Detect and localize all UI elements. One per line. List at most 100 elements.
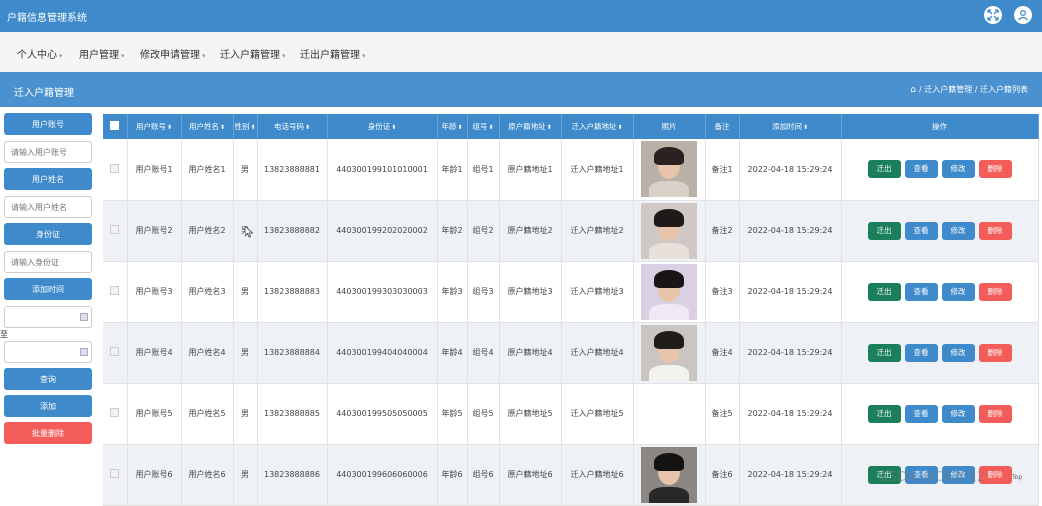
cell-idcard: 440300199404040004: [327, 322, 438, 384]
col-header-orig-addr[interactable]: 原户籍地址⬍: [499, 114, 562, 139]
col-header-actions: 操作: [841, 114, 1039, 139]
col-header-new-addr[interactable]: 迁入户籍地址⬍: [561, 114, 634, 139]
sort-icon[interactable]: ⬍: [250, 124, 255, 131]
col-header-idcard[interactable]: 身份证⬍: [327, 114, 438, 139]
view-button[interactable]: 查看: [904, 221, 938, 240]
row-checkbox[interactable]: [110, 469, 120, 478]
table-row: 用户账号5 用户姓名5 男 13823888885 440300199505050005…: [103, 383, 1039, 445]
move-out-button[interactable]: 迁出: [867, 282, 901, 301]
table-row: 用户账号3 用户姓名3 男 13823888883 440300199303030003…: [103, 261, 1039, 323]
cell-photo: [633, 261, 706, 323]
nav-item-move-out[interactable]: 迁出户籍管理 ▾: [300, 46, 366, 61]
move-out-button[interactable]: 迁出: [867, 343, 901, 362]
cell-name: 用户姓名6: [181, 444, 234, 506]
edit-button[interactable]: 修改: [941, 160, 975, 179]
sort-icon[interactable]: ⬍: [617, 124, 622, 131]
row-select-cell[interactable]: [103, 444, 128, 506]
fullscreen-icon[interactable]: [984, 6, 1002, 24]
view-button[interactable]: 查看: [904, 282, 938, 301]
edit-button[interactable]: 修改: [941, 221, 975, 240]
start-date-input[interactable]: [4, 306, 92, 328]
cell-group: 组号3: [467, 261, 500, 323]
col-header-group[interactable]: 组号⬍: [467, 114, 500, 139]
sort-icon[interactable]: ⬍: [305, 124, 310, 131]
row-select-cell[interactable]: [103, 322, 128, 384]
account-input[interactable]: [4, 141, 92, 163]
move-out-button[interactable]: 迁出: [867, 160, 901, 179]
delete-button[interactable]: 删除: [978, 282, 1012, 301]
chevron-down-icon: ▾: [202, 52, 206, 60]
edit-button[interactable]: 修改: [941, 282, 975, 301]
edit-button[interactable]: 修改: [941, 404, 975, 423]
query-button[interactable]: 查询: [4, 368, 92, 390]
move-out-button[interactable]: 迁出: [867, 221, 901, 240]
main-nav: 个人中心 ▾ 用户管理 ▾ 修改申请管理 ▾ 迁入户籍管理 ▾ 迁出户籍管理 ▾: [0, 32, 1042, 72]
cell-gender: 男: [233, 322, 258, 384]
move-out-button[interactable]: 迁出: [867, 404, 901, 423]
cell-orig-addr: 原户籍地址5: [499, 383, 562, 445]
nav-item-move-in[interactable]: 迁入户籍管理 ▾: [220, 46, 286, 61]
row-select-cell[interactable]: [103, 261, 128, 323]
cell-photo: [633, 322, 706, 384]
end-date-input[interactable]: [4, 341, 92, 363]
row-checkbox[interactable]: [110, 163, 120, 173]
cell-photo: [633, 444, 706, 506]
sort-icon[interactable]: ⬍: [803, 124, 808, 131]
cell-actions: 迁出 查看 修改 删除: [841, 139, 1039, 201]
delete-button[interactable]: 删除: [978, 221, 1012, 240]
sort-icon[interactable]: ⬍: [167, 124, 172, 131]
col-header-gender[interactable]: 性别⬍: [233, 114, 258, 139]
col-header-age[interactable]: 年龄⬍: [437, 114, 468, 139]
row-checkbox[interactable]: [110, 225, 120, 234]
delete-button[interactable]: 删除: [978, 160, 1012, 179]
sort-icon[interactable]: ⬍: [457, 124, 462, 131]
row-checkbox[interactable]: [110, 286, 120, 295]
nav-item-users[interactable]: 用户管理 ▾: [79, 46, 125, 61]
batch-delete-button[interactable]: 批量删除: [4, 422, 92, 444]
col-header-account[interactable]: 用户账号⬍: [127, 114, 182, 139]
person-photo: [641, 202, 697, 259]
row-select-cell[interactable]: [103, 200, 128, 262]
table-row: 用户账号1 用户姓名1 男 13823888881 440300199101010001…: [103, 139, 1039, 201]
edit-button[interactable]: 修改: [941, 343, 975, 362]
view-button[interactable]: 查看: [904, 404, 938, 423]
col-header-time[interactable]: 添加时间⬍: [739, 114, 842, 139]
name-label: 用户姓名: [4, 168, 92, 190]
home-icon[interactable]: ⌂: [910, 85, 916, 95]
cell-new-addr: 迁入户籍地址4: [561, 322, 634, 384]
nav-item-change-requests[interactable]: 修改申请管理 ▾: [140, 46, 206, 61]
row-checkbox[interactable]: [110, 408, 120, 417]
watermark: CSDN @CK3012: [880, 470, 985, 485]
row-select-cell[interactable]: [103, 139, 128, 201]
cell-group: 组号5: [467, 383, 500, 445]
view-button[interactable]: 查看: [904, 343, 938, 362]
select-all-cell[interactable]: [103, 114, 128, 139]
cell-age: 年龄3: [437, 261, 468, 323]
name-input[interactable]: [4, 196, 92, 218]
col-header-photo: 照片: [633, 114, 706, 139]
back-to-top-button[interactable]: Top: [1012, 474, 1022, 481]
col-header-name[interactable]: 用户姓名⬍: [181, 114, 234, 139]
cell-gender: 男: [233, 383, 258, 445]
sort-icon[interactable]: ⬍: [488, 124, 493, 131]
col-header-phone[interactable]: 电话号码⬍: [257, 114, 328, 139]
sort-icon[interactable]: ⬍: [220, 124, 225, 131]
view-button[interactable]: 查看: [904, 160, 938, 179]
row-checkbox[interactable]: [110, 347, 120, 356]
select-all-checkbox[interactable]: [110, 121, 120, 130]
col-header-note: 备注: [705, 114, 740, 139]
nav-item-personal[interactable]: 个人中心 ▾: [17, 46, 63, 61]
user-icon[interactable]: [1014, 6, 1032, 24]
add-button[interactable]: 添加: [4, 395, 92, 417]
sort-icon[interactable]: ⬍: [547, 124, 552, 131]
breadcrumb-text[interactable]: / 迁入户籍管理 / 迁入户籍列表: [919, 85, 1028, 94]
row-select-cell[interactable]: [103, 383, 128, 445]
to-label: 至: [0, 330, 8, 339]
delete-button[interactable]: 删除: [978, 404, 1012, 423]
sort-icon[interactable]: ⬍: [391, 124, 396, 131]
person-photo: [641, 263, 697, 320]
delete-button[interactable]: 删除: [978, 343, 1012, 362]
idcard-input[interactable]: [4, 251, 92, 273]
cell-group: 组号2: [467, 200, 500, 262]
cell-photo: [633, 200, 706, 262]
